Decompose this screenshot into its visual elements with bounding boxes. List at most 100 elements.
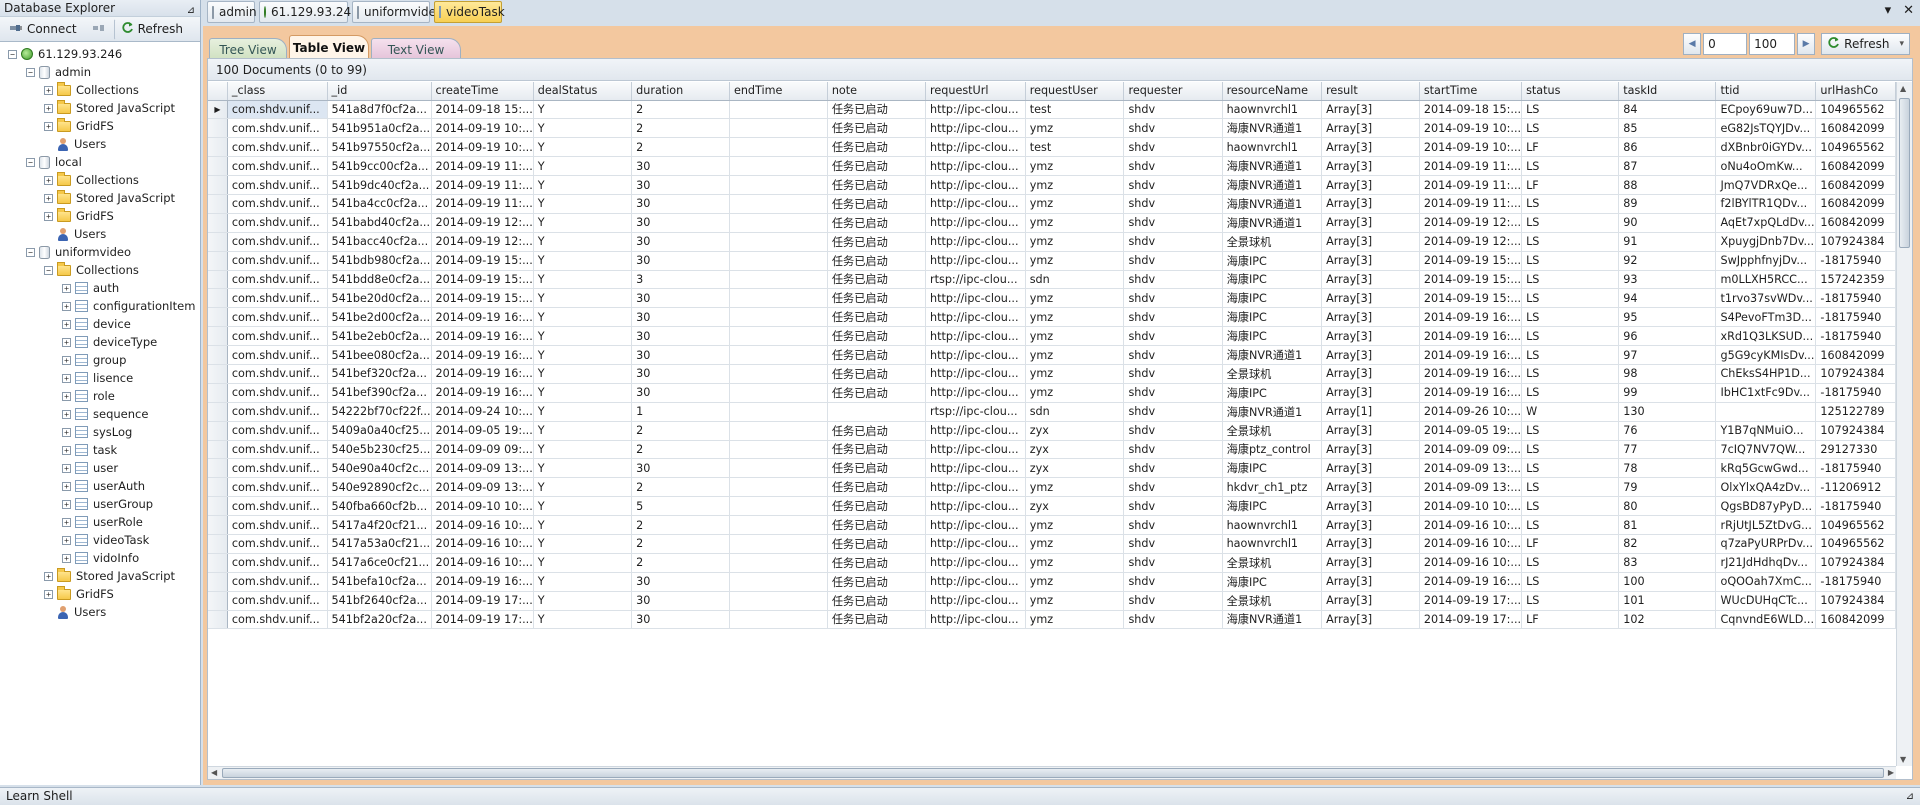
expand-icon[interactable]: +	[62, 445, 71, 455]
table-cell[interactable]: ymz	[1025, 534, 1125, 554]
tree-node[interactable]: + GridFS	[0, 117, 200, 135]
table-cell[interactable]: 2014-09-19 12:...	[431, 232, 534, 252]
table-cell[interactable]: ymz	[1025, 288, 1125, 309]
table-cell[interactable]: AqEt7xpQLdDv...	[1715, 213, 1817, 233]
table-cell[interactable]	[729, 232, 828, 252]
table-cell[interactable]: 2014-09-19 15:...	[431, 288, 534, 309]
table-cell[interactable]: Y	[533, 175, 633, 195]
table-cell[interactable]: 2014-09-19 16:...	[1419, 364, 1523, 384]
table-cell[interactable]	[729, 270, 828, 290]
table-cell[interactable]: rtsp://ipc-clou...	[925, 402, 1026, 422]
table-cell[interactable]: ymz	[1025, 194, 1125, 214]
table-cell[interactable]	[729, 100, 828, 120]
table-cell[interactable]: 30	[631, 288, 730, 309]
table-row[interactable]: com.shdv.unif... 540e92890cf2c... 2014-09-…	[208, 477, 1896, 498]
table-cell[interactable]: 104965562	[1815, 137, 1896, 158]
table-cell[interactable]: 任务已启动	[827, 288, 927, 309]
row-header[interactable]	[208, 156, 228, 177]
tree-node[interactable]: − uniformvideo	[0, 243, 200, 261]
table-cell[interactable]: ymz	[1025, 364, 1125, 384]
table-cell[interactable]: 541bee080cf2a...	[327, 345, 432, 365]
table-cell[interactable]: LS	[1521, 251, 1620, 271]
table-cell[interactable]: zyx	[1025, 458, 1125, 479]
table-cell[interactable]: QgsBD87yPyD...	[1715, 496, 1817, 517]
table-cell[interactable]: 94	[1618, 288, 1717, 309]
tree-node[interactable]: Users	[0, 603, 200, 621]
table-cell[interactable]: 全景球机	[1222, 421, 1323, 441]
table-cell[interactable]: 2	[631, 534, 730, 554]
tree-node[interactable]: + sysLog	[0, 423, 200, 441]
table-cell[interactable]	[729, 610, 828, 630]
row-header[interactable]	[208, 213, 228, 233]
table-cell[interactable]: LS	[1521, 156, 1620, 177]
tree-node[interactable]: + sequence	[0, 405, 200, 423]
table-cell[interactable]: shdv	[1123, 345, 1223, 365]
table-row[interactable]: com.shdv.unif... 541babd40cf2a... 2014-09-…	[208, 213, 1896, 233]
table-cell[interactable]: 2014-09-19 16:...	[1419, 383, 1523, 403]
table-cell[interactable]: com.shdv.unif...	[227, 175, 328, 195]
grid-refresh-button[interactable]: Refresh ▾	[1821, 33, 1910, 55]
table-cell[interactable]: 任务已启动	[827, 440, 927, 460]
table-cell[interactable]: 30	[631, 213, 730, 233]
table-cell[interactable]: ymz	[1025, 572, 1125, 592]
table-row[interactable]: com.shdv.unif... 541bacc40cf2a... 2014-09-…	[208, 232, 1896, 252]
table-cell[interactable]: 7cIQ7NV7QW...	[1715, 440, 1817, 460]
table-cell[interactable]: ymz	[1025, 156, 1125, 177]
table-cell[interactable]: shdv	[1123, 402, 1223, 422]
column-header[interactable]: duration	[631, 82, 730, 101]
row-header[interactable]	[208, 402, 228, 422]
tree-node[interactable]: Users	[0, 225, 200, 243]
column-header[interactable]: requester	[1123, 82, 1223, 101]
table-cell[interactable]: http://ipc-clou...	[925, 100, 1026, 120]
table-cell[interactable]: com.shdv.unif...	[227, 156, 328, 177]
table-cell[interactable]: 2014-09-09 13:...	[431, 477, 534, 498]
table-cell[interactable]: Array[3]	[1321, 251, 1420, 271]
expand-icon[interactable]: +	[62, 301, 71, 311]
tree-node[interactable]: + Collections	[0, 171, 200, 189]
table-cell[interactable]: com.shdv.unif...	[227, 383, 328, 403]
expand-icon[interactable]: +	[62, 283, 71, 293]
table-cell[interactable]: com.shdv.unif...	[227, 194, 328, 214]
table-cell[interactable]: LS	[1521, 232, 1620, 252]
table-cell[interactable]: 107924384	[1815, 232, 1896, 252]
table-cell[interactable]: 78	[1618, 458, 1717, 479]
table-cell[interactable]: com.shdv.unif...	[227, 421, 328, 441]
table-cell[interactable]: com.shdv.unif...	[227, 515, 328, 535]
table-cell[interactable]: 海康IPC	[1222, 251, 1323, 271]
table-cell[interactable]: W	[1521, 402, 1620, 422]
tree-node[interactable]: Users	[0, 135, 200, 153]
table-row[interactable]: com.shdv.unif... 541bdd8e0cf2a... 2014-09-…	[208, 270, 1896, 290]
table-cell[interactable]: -18175940	[1815, 307, 1896, 328]
row-header[interactable]	[208, 326, 228, 347]
table-cell[interactable]: 541bdb980cf2a...	[327, 251, 432, 271]
table-cell[interactable]	[729, 156, 828, 177]
table-cell[interactable]: com.shdv.unif...	[227, 572, 328, 592]
table-cell[interactable]	[729, 458, 828, 479]
table-cell[interactable]	[729, 402, 828, 422]
table-cell[interactable]: hkdvr_ch1_ptz	[1222, 477, 1323, 498]
expand-icon[interactable]: +	[62, 481, 71, 491]
table-cell[interactable]: 2014-09-19 11:...	[1419, 175, 1523, 195]
table-row[interactable]: com.shdv.unif... 541bef320cf2a... 2014-09-…	[208, 364, 1896, 384]
table-cell[interactable]: 89	[1618, 194, 1717, 214]
tree-node[interactable]: − Collections	[0, 261, 200, 279]
row-header[interactable]	[208, 364, 228, 384]
table-cell[interactable]: http://ipc-clou...	[925, 194, 1026, 214]
table-cell[interactable]: com.shdv.unif...	[227, 610, 328, 630]
table-cell[interactable]: http://ipc-clou...	[925, 326, 1026, 347]
table-cell[interactable]: Array[3]	[1321, 137, 1420, 158]
table-cell[interactable]: -18175940	[1815, 383, 1896, 403]
table-cell[interactable]: 5417a6ce0cf21...	[327, 553, 432, 573]
table-cell[interactable]: LS	[1521, 383, 1620, 403]
table-cell[interactable]: ymz	[1025, 515, 1125, 535]
table-cell[interactable]: 2014-09-24 10:...	[431, 402, 534, 422]
table-cell[interactable]: XpuygjDnb7Dv...	[1715, 232, 1817, 252]
table-cell[interactable]: 2014-09-19 16:...	[431, 345, 534, 365]
table-cell[interactable]: com.shdv.unif...	[227, 307, 328, 328]
table-row[interactable]: com.shdv.unif... 541befa10cf2a... 2014-09-…	[208, 572, 1896, 592]
table-cell[interactable]: LS	[1521, 194, 1620, 214]
table-cell[interactable]: 100	[1618, 572, 1717, 592]
table-cell[interactable]: shdv	[1123, 288, 1223, 309]
table-cell[interactable]: WUcDUHqCTc...	[1715, 591, 1817, 611]
tree-node[interactable]: + GridFS	[0, 585, 200, 603]
